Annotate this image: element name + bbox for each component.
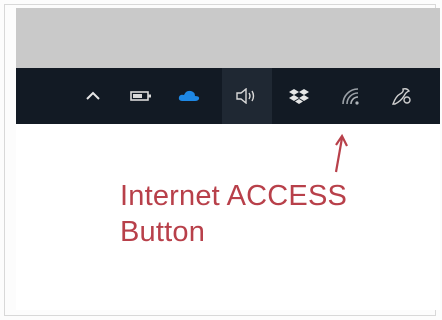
pen-workspace-icon[interactable] <box>384 68 418 124</box>
battery-icon[interactable] <box>124 68 158 124</box>
taskbar-system-tray <box>16 68 440 124</box>
annotation-arrow-icon <box>334 133 348 173</box>
chevron-up-icon[interactable] <box>76 68 110 124</box>
volume-icon[interactable] <box>222 68 272 124</box>
window-background <box>16 8 440 68</box>
onedrive-cloud-icon[interactable] <box>172 68 206 124</box>
annotation-line-2: Button <box>120 216 206 248</box>
annotation-label: Internet ACCESS Button <box>120 178 347 250</box>
wifi-icon[interactable] <box>334 68 368 124</box>
dropbox-icon[interactable] <box>282 68 316 124</box>
screenshot-frame: Internet ACCESS Button <box>0 0 442 320</box>
annotation-line-1: Internet ACCESS <box>120 180 348 212</box>
